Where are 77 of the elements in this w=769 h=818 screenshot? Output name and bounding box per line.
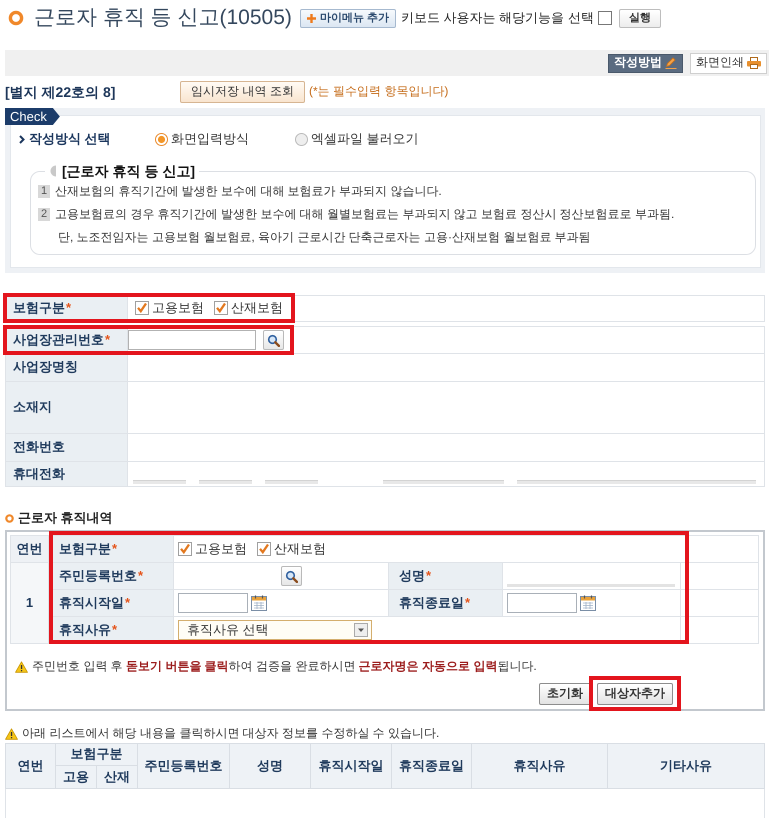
column-header: 주민등록번호 — [138, 744, 230, 788]
calendar-icon[interactable] — [580, 595, 596, 611]
column-header: 휴직시작일 — [310, 744, 392, 788]
field-label: 성명* — [388, 562, 502, 590]
keyboard-option-label: 키보드 사용자는 해당기능을 선택 — [400, 10, 594, 26]
print-screen-button[interactable]: 화면인쇄 — [690, 52, 767, 74]
chevron-icon — [19, 135, 25, 144]
radio-label[interactable]: 엑셀파일 불러오기 — [311, 131, 419, 148]
radio-button[interactable] — [295, 133, 308, 146]
checkbox[interactable] — [178, 542, 192, 556]
add-target-button[interactable]: 대상자추가 — [597, 683, 673, 705]
field-label: 휴대전화 — [6, 462, 128, 486]
caret-icon — [354, 623, 368, 637]
column-header: 휴직종료일 — [392, 744, 472, 788]
column-header: 보험구분 — [56, 744, 138, 766]
date-field[interactable] — [507, 593, 577, 613]
phone-field[interactable] — [383, 480, 504, 484]
temp-save-history-button[interactable]: 임시저장 내역 조회 — [180, 81, 305, 103]
notice-text: 단, 노조전임자는 고용보험 월보험료, 육아기 근로시간 단축근로자는 고용·산재보험 월보험료 부과됨 — [58, 230, 591, 246]
checkbox-label[interactable]: 고용보험 — [152, 300, 204, 317]
search-button[interactable] — [263, 330, 284, 350]
radio-button[interactable] — [155, 133, 168, 146]
phone-field[interactable] — [199, 480, 252, 484]
checkbox-label[interactable]: 산재보험 — [274, 540, 326, 558]
method-label: 작성방식 선택 — [29, 131, 111, 148]
phone-field[interactable] — [517, 480, 756, 484]
radio-label[interactable]: 화면입력방식 — [171, 131, 249, 148]
page-title: 근로자 휴직 등 신고(10505) — [34, 6, 292, 30]
search-icon — [267, 334, 280, 346]
printer-icon — [747, 57, 761, 69]
column-header: 연번 — [6, 744, 56, 788]
plus-icon — [306, 14, 316, 22]
item-number: 1 — [38, 185, 50, 198]
date-field[interactable] — [178, 593, 248, 613]
calendar-icon[interactable] — [251, 595, 267, 611]
notice-text: 고용보험료의 경우 휴직기간에 발생한 보수에 대해 월별보험료는 부과되지 않고 보험료 정산시 정산보험료로 부과됨. — [55, 206, 674, 222]
search-button[interactable] — [281, 566, 302, 586]
field-label: 소재지 — [6, 382, 128, 434]
notice-text: 산재보험의 휴직기간에 발생한 보수에 대해 보험료가 부과되지 않습니다. — [55, 184, 442, 200]
column-header: 성명 — [230, 744, 310, 788]
column-header: 연번 — [10, 536, 48, 562]
pencil-icon — [665, 57, 677, 69]
field-label: 전화번호 — [6, 434, 128, 462]
required-note: (*는 필수입력 항목입니다) — [309, 84, 448, 100]
notice-text: 주민번호 입력 후 돋보기 버튼을 클릭하여 검증을 완료하시면 근로자명은 자동으로 입력됩니다. — [32, 659, 537, 675]
phone-field[interactable] — [133, 480, 186, 484]
ring-icon — [5, 514, 14, 522]
ring-icon — [8, 10, 24, 26]
reset-button[interactable]: 초기화 — [539, 683, 591, 705]
business-number-field[interactable] — [128, 330, 256, 350]
notice-title: [근로자 휴직 등 신고] — [62, 162, 195, 180]
section-title: 근로자 휴직내역 — [18, 510, 113, 526]
add-my-menu-button[interactable]: 마이메뉴 추가 — [300, 8, 396, 28]
reason-select[interactable]: 휴직사유 선택 — [178, 620, 372, 640]
row-number: 1 — [10, 562, 48, 644]
search-icon — [285, 570, 298, 582]
section-tag: Check — [5, 108, 60, 125]
column-header: 기타사유 — [608, 744, 764, 788]
notice-text: 아래 리스트에서 해당 내용을 클릭하시면 대상자 정보를 수정하실 수 있습니다. — [22, 726, 440, 742]
column-header: 휴직사유 — [472, 744, 608, 788]
checkbox-label[interactable]: 산재보험 — [231, 300, 283, 317]
checkbox[interactable] — [257, 542, 271, 556]
warning-icon — [15, 661, 28, 673]
form-number: [별지 제22호의 8] — [5, 82, 116, 102]
checkbox[interactable] — [214, 301, 228, 316]
field-label: 사업장명칭 — [6, 354, 128, 382]
checkbox[interactable] — [598, 11, 612, 25]
item-number: 2 — [38, 208, 50, 221]
checkbox[interactable] — [135, 301, 149, 316]
column-header: 고용 — [56, 766, 96, 788]
checkbox-label[interactable]: 고용보험 — [195, 540, 247, 558]
warning-icon — [5, 728, 18, 740]
field-label: 휴직종료일* — [388, 590, 502, 616]
phone-field[interactable] — [265, 480, 318, 484]
writing-guide-button[interactable]: 작성방법 — [608, 54, 683, 72]
run-button[interactable]: 실행 — [618, 8, 661, 28]
column-header: 산재 — [96, 766, 138, 788]
